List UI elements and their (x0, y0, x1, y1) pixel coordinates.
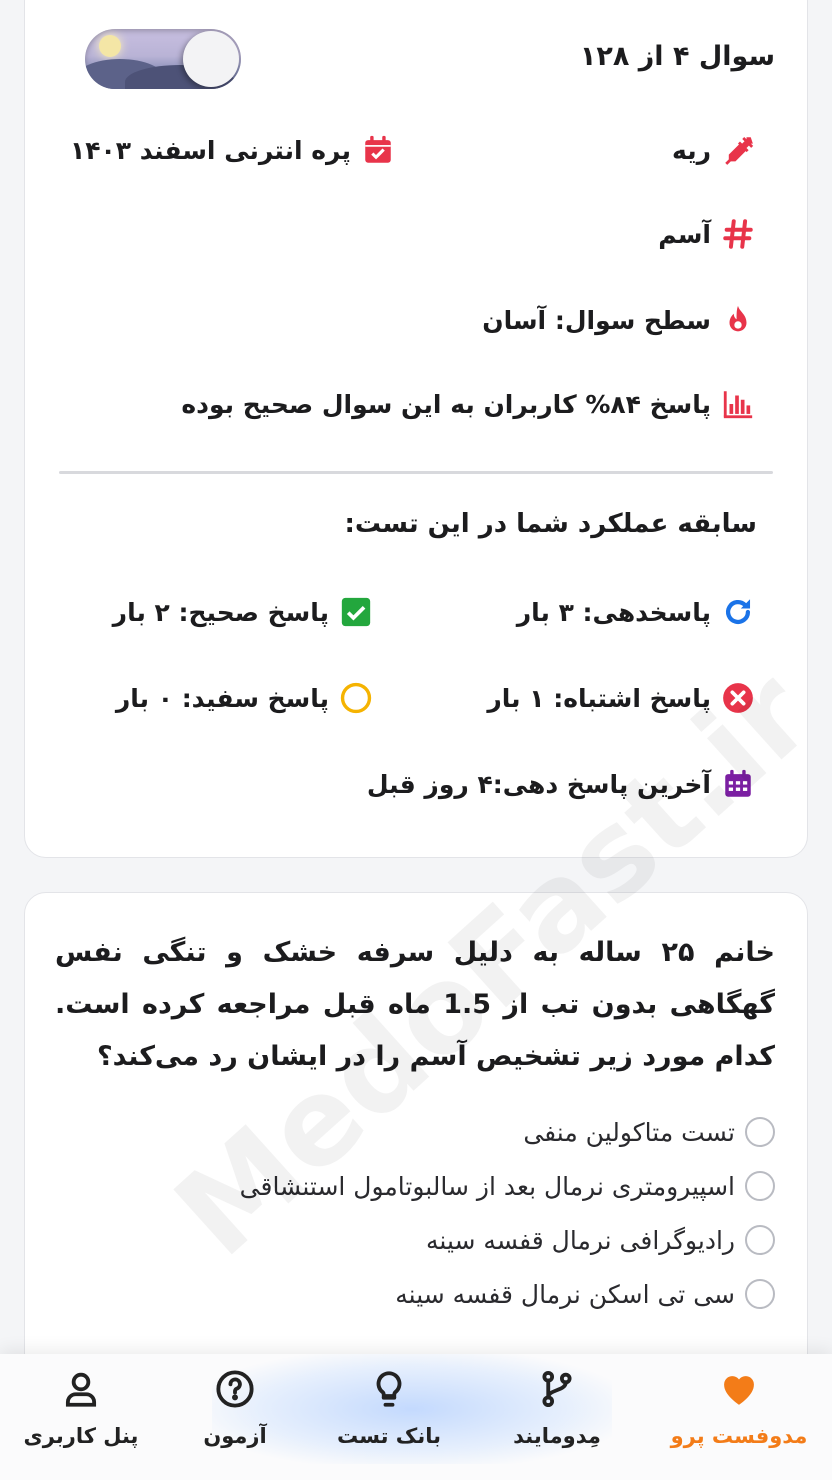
x-circle-icon (719, 679, 757, 717)
difficulty-row: سطح سوال: آسان (482, 301, 757, 339)
redo-icon (719, 593, 757, 631)
theme-toggle[interactable] (85, 29, 241, 89)
correct-rate-row: پاسخ ۸۴% کاربران به این سوال صحیح بوده (181, 385, 757, 423)
last-answer-row: آخرین پاسخ دهی:۴ روز قبل (367, 765, 757, 803)
exam-row: پره انترنی اسفند ۱۴۰۳ (70, 131, 397, 169)
nav-item-medomind[interactable]: مِدومایند (482, 1368, 632, 1448)
attempts-row: پاسخدهی: ۳ بار (517, 593, 757, 631)
option-3[interactable]: رادیوگرافی نرمال قفسه سینه (426, 1225, 775, 1255)
option-radio[interactable] (745, 1225, 775, 1255)
calendar-icon (719, 765, 757, 803)
syringe-icon (719, 131, 757, 169)
nav-item-medofast-pro[interactable]: مدوفست پرو (664, 1368, 814, 1448)
performance-title: سابقه عملکرد شما در این تست: (344, 509, 757, 539)
git-branch-icon (542, 1370, 572, 1408)
calendar-check-icon (359, 131, 397, 169)
question-position: سوال ۴ از ۱۲۸ (579, 41, 775, 72)
nav-item-user-panel[interactable]: پنل کاربری (6, 1368, 156, 1448)
circle-outline-icon (337, 679, 375, 717)
bar-chart-icon (719, 385, 757, 423)
subject-row: ریه (672, 131, 757, 169)
option-4[interactable]: سی تی اسکن نرمال قفسه سینه (395, 1279, 775, 1309)
hashtag-icon (719, 215, 757, 253)
option-radio[interactable] (745, 1117, 775, 1147)
option-radio[interactable] (745, 1279, 775, 1309)
option-radio[interactable] (745, 1171, 775, 1201)
bottom-nav: مدوفست پرو مِدومایند بانک تست آزمون پنل … (0, 1354, 832, 1480)
nav-item-test-bank[interactable]: بانک تست (314, 1368, 464, 1448)
question-meta-card: سوال ۴ از ۱۲۸ ریه پره انترنی اسفند ۱۴۰۳ … (24, 0, 808, 858)
wrong-row: پاسخ اشتباه: ۱ بار (487, 679, 757, 717)
question-card: خانم ۲۵ ساله به دلیل سرفه خشک و تنگی نفس… (24, 892, 808, 1412)
topic-row: آسم (658, 215, 757, 253)
heart-icon (724, 1376, 754, 1405)
question-text: خانم ۲۵ ساله به دلیل سرفه خشک و تنگی نفس… (55, 937, 775, 1072)
check-square-icon (337, 593, 375, 631)
question-circle-icon (216, 1370, 254, 1408)
divider (59, 471, 773, 474)
lightbulb-icon (376, 1371, 402, 1407)
sun-icon (99, 35, 121, 57)
correct-row: پاسخ صحیح: ۲ بار (113, 593, 375, 631)
option-2[interactable]: اسپیرومتری نرمال بعد از سالبوتامول استنش… (240, 1171, 775, 1201)
option-1[interactable]: تست متاکولین منفی (523, 1117, 775, 1147)
user-icon (65, 1372, 97, 1407)
toggle-knob[interactable] (183, 31, 239, 87)
nav-item-exam[interactable]: آزمون (160, 1368, 310, 1448)
flame-icon (719, 301, 757, 339)
blank-row: پاسخ سفید: ۰ بار (116, 679, 375, 717)
